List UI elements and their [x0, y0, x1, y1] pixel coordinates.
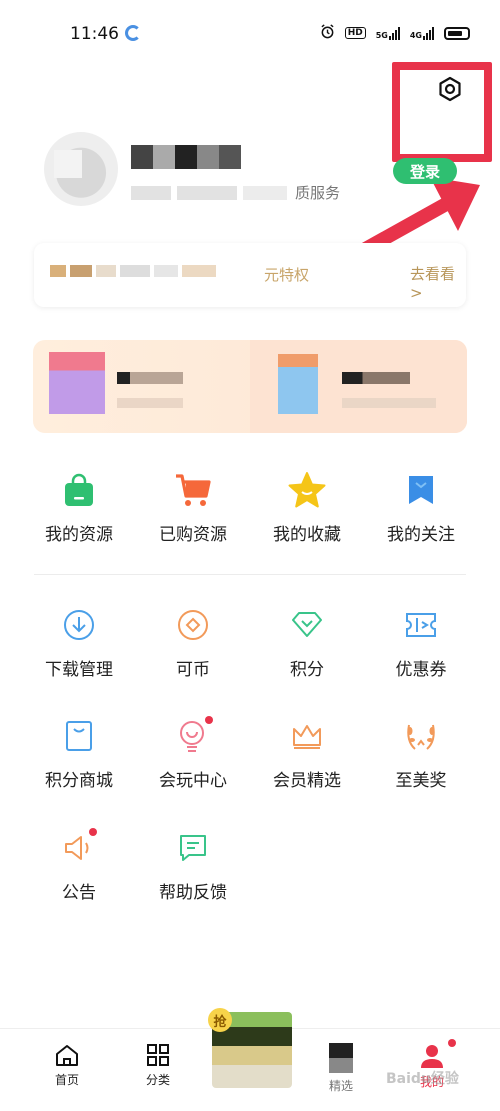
nav-category[interactable]: 分类	[128, 1043, 188, 1088]
member-info-blurred: 质服务	[131, 182, 340, 203]
clock: 11:46	[70, 24, 119, 44]
privilege-blurred-text	[50, 265, 216, 277]
nav-category-label: 分类	[145, 1073, 170, 1087]
shopping-bag-icon	[59, 470, 99, 510]
nav-center-promo[interactable]: 抢	[206, 1000, 294, 1088]
shopping-bag-outline-icon	[59, 716, 99, 756]
signal-4g-icon: 4G	[410, 26, 434, 40]
coupons-item[interactable]: 优惠券	[364, 605, 478, 680]
member-picks-item[interactable]: 会员精选	[250, 716, 364, 791]
sync-icon	[125, 25, 141, 41]
privilege-more-link[interactable]: 去看看 >	[410, 263, 466, 302]
promo-left-title-blurred	[117, 372, 183, 384]
section-divider	[34, 574, 466, 575]
my-favorites-item[interactable]: 我的收藏	[250, 470, 364, 545]
play-center-item[interactable]: 会玩中心	[136, 716, 250, 791]
chat-icon	[173, 828, 213, 868]
nav-selected[interactable]: 精选	[311, 1043, 371, 1094]
notification-dot	[89, 828, 97, 836]
promo-right-title-blurred	[342, 372, 410, 384]
points-item[interactable]: 积分	[250, 605, 364, 680]
promo-banner[interactable]	[33, 340, 467, 433]
purchased-resources-label: 已购资源	[159, 525, 227, 545]
nav-home[interactable]: 首页	[37, 1043, 97, 1088]
tools-row-2: 积分商城 会玩中心 会员精选 至美奖	[22, 716, 478, 791]
my-favorites-label: 我的收藏	[273, 525, 341, 545]
coupons-label: 优惠券	[395, 660, 447, 680]
announcement-label: 公告	[62, 883, 96, 903]
main-shortcuts: 我的资源 已购资源 我的收藏 我的关注	[22, 470, 478, 545]
username-blurred	[131, 145, 241, 169]
grid-icon	[147, 1044, 169, 1066]
watermark: Baidu经验	[386, 1071, 459, 1087]
nav-home-label: 首页	[54, 1073, 79, 1087]
status-bar: 11:46 HD 5G 4G	[0, 0, 500, 64]
member-service-text: 质服务	[295, 184, 341, 202]
purchased-resources-item[interactable]: 已购资源	[136, 470, 250, 545]
promo-left-sub-blurred	[117, 398, 183, 408]
points-mall-label: 积分商城	[45, 771, 113, 791]
megaphone-icon	[59, 828, 99, 868]
help-feedback-label: 帮助反馈	[159, 883, 227, 903]
bookmark-icon	[401, 470, 441, 510]
award-label: 至美奖	[395, 771, 447, 791]
points-mall-item[interactable]: 积分商城	[22, 716, 136, 791]
notification-dot	[205, 716, 213, 724]
hd-icon: HD	[344, 27, 366, 39]
my-resources-label: 我的资源	[45, 525, 113, 545]
member-picks-label: 会员精选	[273, 771, 341, 791]
tools-row-1: 下载管理 可币 积分 优惠券	[22, 605, 478, 680]
user-icon	[421, 1045, 443, 1068]
announcement-item[interactable]: 公告	[22, 828, 136, 903]
promo-banner-right[interactable]	[250, 340, 467, 433]
login-button[interactable]: 登录	[393, 158, 457, 184]
download-manager-label: 下载管理	[45, 660, 113, 680]
home-icon	[56, 1045, 78, 1066]
star-icon	[287, 470, 327, 510]
annotation-highlight-box	[392, 62, 492, 162]
coin-item[interactable]: 可币	[136, 605, 250, 680]
promo-right-sub-blurred	[342, 398, 436, 408]
promo-left-image	[49, 352, 105, 414]
play-center-label: 会玩中心	[159, 771, 227, 791]
award-item[interactable]: 至美奖	[364, 716, 478, 791]
coin-label: 可币	[176, 660, 210, 680]
tools-row-3: 公告 帮助反馈	[22, 828, 478, 903]
my-follows-label: 我的关注	[387, 525, 455, 545]
notification-dot	[448, 1039, 456, 1047]
help-feedback-item[interactable]: 帮助反馈	[136, 828, 250, 903]
laurel-icon	[401, 716, 441, 756]
grab-badge: 抢	[208, 1008, 232, 1032]
signal-5g-icon: 5G	[376, 26, 400, 40]
shopping-cart-icon	[173, 470, 213, 510]
status-icons: HD 5G 4G	[320, 24, 470, 42]
my-follows-item[interactable]: 我的关注	[364, 470, 478, 545]
points-label: 积分	[290, 660, 324, 680]
alarm-icon	[320, 24, 335, 42]
privilege-text: 元特权	[264, 266, 310, 284]
selected-icon-blurred	[329, 1043, 353, 1073]
ticket-icon	[401, 605, 441, 645]
battery-icon	[444, 26, 470, 40]
avatar[interactable]	[44, 132, 118, 206]
lightbulb-icon	[173, 716, 213, 756]
download-manager-item[interactable]: 下载管理	[22, 605, 136, 680]
promo-right-image	[278, 354, 318, 414]
nav-selected-label: 精选	[328, 1079, 353, 1093]
my-resources-item[interactable]: 我的资源	[22, 470, 136, 545]
coin-icon	[173, 605, 213, 645]
download-icon	[59, 605, 99, 645]
privilege-card[interactable]: 元特权 去看看 >	[34, 243, 466, 307]
promo-banner-left[interactable]	[33, 340, 250, 433]
diamond-icon	[287, 605, 327, 645]
crown-icon	[287, 716, 327, 756]
